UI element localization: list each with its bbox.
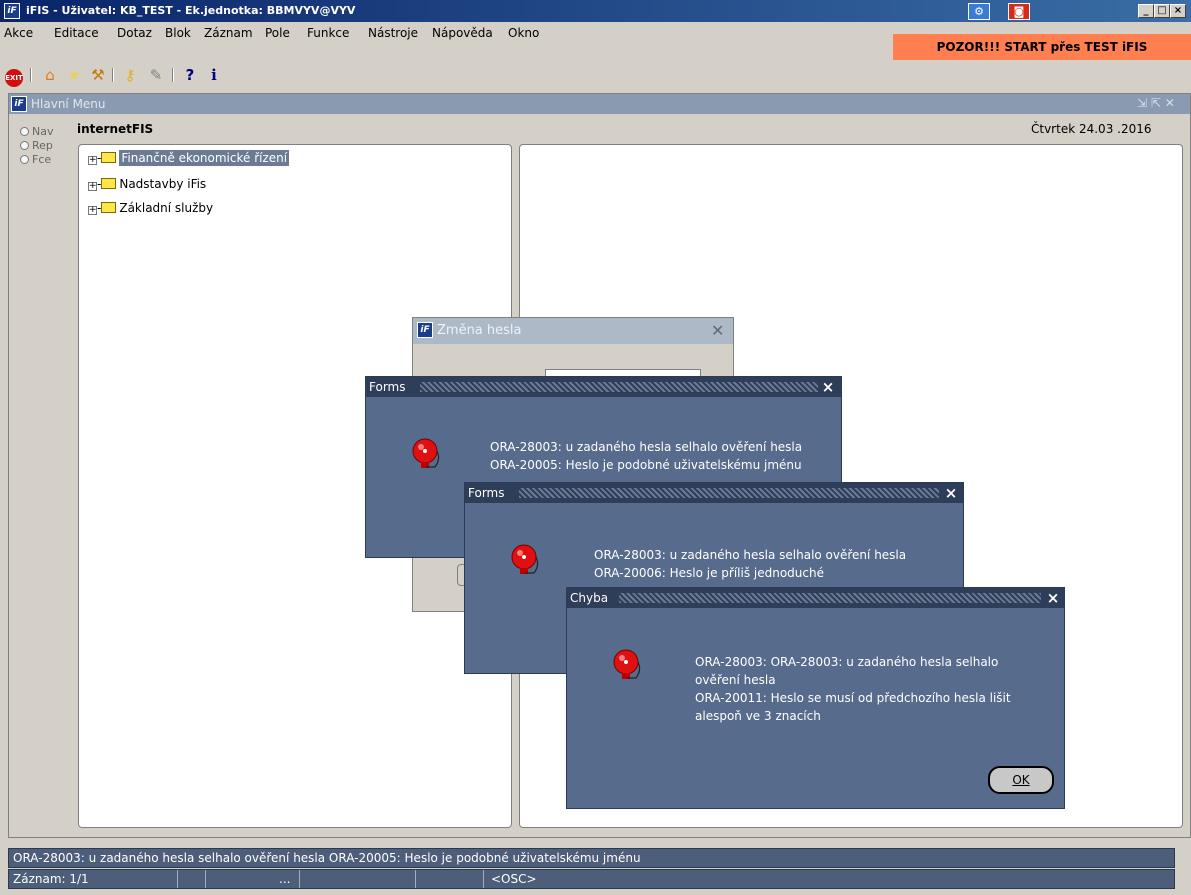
password-dialog-titlebar: iF Změna hesla ✕ (413, 318, 733, 344)
dialog-message: ORA-28003: u zadaného hesla selhalo ověř… (594, 548, 907, 580)
close-icon[interactable]: × (943, 483, 959, 503)
close-button[interactable]: × (1170, 4, 1186, 18)
close-icon[interactable]: ✕ (711, 318, 724, 344)
ok-button[interactable]: OK (988, 766, 1054, 794)
dialog-title: Forms (468, 486, 505, 500)
menu-akce[interactable]: Akce (4, 26, 33, 40)
menu-nastroje[interactable]: Nástroje (368, 26, 418, 40)
home-icon[interactable]: ⌂ (40, 65, 60, 85)
status-ellipsis: ... (279, 872, 291, 886)
help-icon[interactable]: ? (180, 65, 200, 85)
status-cell (205, 870, 206, 888)
rss-icon[interactable]: ◙ (1008, 3, 1030, 20)
minimize-button[interactable]: _ (1138, 4, 1154, 18)
expand-icon[interactable]: + (88, 206, 97, 215)
status-cell (483, 870, 484, 888)
menu-okno[interactable]: Okno (508, 26, 539, 40)
status-bar: ORA-28003: u zadaného hesla selhalo ověř… (8, 845, 1175, 893)
warning-banner: POZOR!!! START přes TEST iFIS (893, 34, 1191, 60)
wrench-icon[interactable]: ✎ (146, 65, 166, 85)
alarm-bell-icon (613, 649, 641, 679)
dialog-title: Chyba (570, 591, 609, 605)
menu-blok[interactable]: Blok (165, 26, 191, 40)
main-window-title: Hlavní Menu (31, 97, 106, 111)
folder-icon (101, 202, 117, 213)
toolbar: EXIT ⌂ ★ ⚒ ⚷ ✎ ? i (0, 60, 1191, 90)
window-title: iFIS - Uživatel: KB_TEST - Ek.jednotka: … (26, 4, 356, 17)
dialog-message: ORA-28003: ORA-28003: u zadaného hesla s… (695, 655, 1011, 723)
info-icon[interactable]: i (204, 65, 224, 85)
menu-napoveda[interactable]: Nápověda (432, 26, 493, 40)
record-indicator: Záznam: 1/1 (13, 872, 89, 886)
key-icon[interactable]: ⚷ (120, 65, 140, 85)
tree-item-nadstavby[interactable]: +- Nadstavby iFis (88, 177, 206, 191)
app-icon: iF (4, 3, 20, 19)
menu-zaznam[interactable]: Záznam (204, 26, 253, 40)
alarm-bell-icon (412, 438, 440, 468)
dialog-titlebar: Forms × (366, 377, 841, 397)
expand-icon[interactable]: + (88, 156, 97, 165)
window-controls[interactable]: ⇲ ⇱ ✕ (1137, 96, 1175, 110)
status-cell (299, 870, 300, 888)
toolbar-separator (30, 68, 32, 82)
app-icon: iF (417, 322, 433, 338)
dialog-message: ORA-28003: u zadaného hesla selhalo ověř… (490, 440, 803, 472)
password-dialog-title: Změna hesla (437, 323, 522, 338)
status-message: ORA-28003: u zadaného hesla selhalo ověř… (8, 848, 1175, 868)
app-name-label: internetFIS (77, 122, 154, 136)
status-cell (415, 870, 416, 888)
menu-dotaz[interactable]: Dotaz (117, 26, 152, 40)
toolbar-separator (172, 68, 174, 82)
titlebar-hatch (519, 488, 939, 498)
mode-indicator: <OSC> (491, 872, 537, 886)
folder-icon (101, 178, 117, 189)
star-icon[interactable]: ★ (64, 65, 84, 85)
tree-icon[interactable]: ⚒ (88, 65, 108, 85)
dialog-titlebar: Forms × (465, 483, 963, 503)
menu-editace[interactable]: Editace (54, 26, 99, 40)
app-icon: iF (11, 96, 27, 112)
alarm-bell-icon (511, 544, 539, 574)
dialog-titlebar: Chyba × (567, 588, 1064, 608)
dialog-title: Forms (369, 380, 406, 394)
status-info-row: Záznam: 1/1 ... <OSC> (8, 869, 1175, 889)
date-label: Čtvrtek 24.03 .2016 (1031, 122, 1152, 136)
error-dialog: Chyba × ORA-28003: ORA-28003: u zadaného… (566, 587, 1065, 809)
tree-item-financni[interactable]: +- Finančně ekonomické řízení (88, 150, 290, 166)
toolbar-separator (112, 68, 114, 82)
status-cell (177, 870, 178, 888)
close-icon[interactable]: × (820, 377, 836, 397)
close-icon[interactable]: × (1045, 588, 1061, 608)
window-titlebar: iF iFIS - Uživatel: KB_TEST - Ek.jednotk… (0, 0, 1191, 22)
exit-icon[interactable]: EXIT (4, 65, 24, 87)
expand-icon[interactable]: + (88, 182, 97, 191)
radio-rep[interactable]: Rep (20, 139, 53, 152)
settings-icon[interactable]: ⚙ (968, 3, 990, 20)
menu-pole[interactable]: Pole (265, 26, 290, 40)
menu-funkce[interactable]: Funkce (307, 26, 349, 40)
radio-fce[interactable]: Fce (20, 153, 51, 166)
main-window-titlebar: iF Hlavní Menu ⇲ ⇱ ✕ (9, 94, 1190, 114)
folder-icon (101, 152, 117, 163)
tree-item-zakladni[interactable]: +- Základní služby (88, 201, 213, 215)
titlebar-hatch (420, 382, 818, 392)
maximize-button[interactable]: □ (1154, 4, 1170, 18)
radio-nav[interactable]: Nav (20, 125, 53, 138)
titlebar-hatch (619, 593, 1041, 603)
